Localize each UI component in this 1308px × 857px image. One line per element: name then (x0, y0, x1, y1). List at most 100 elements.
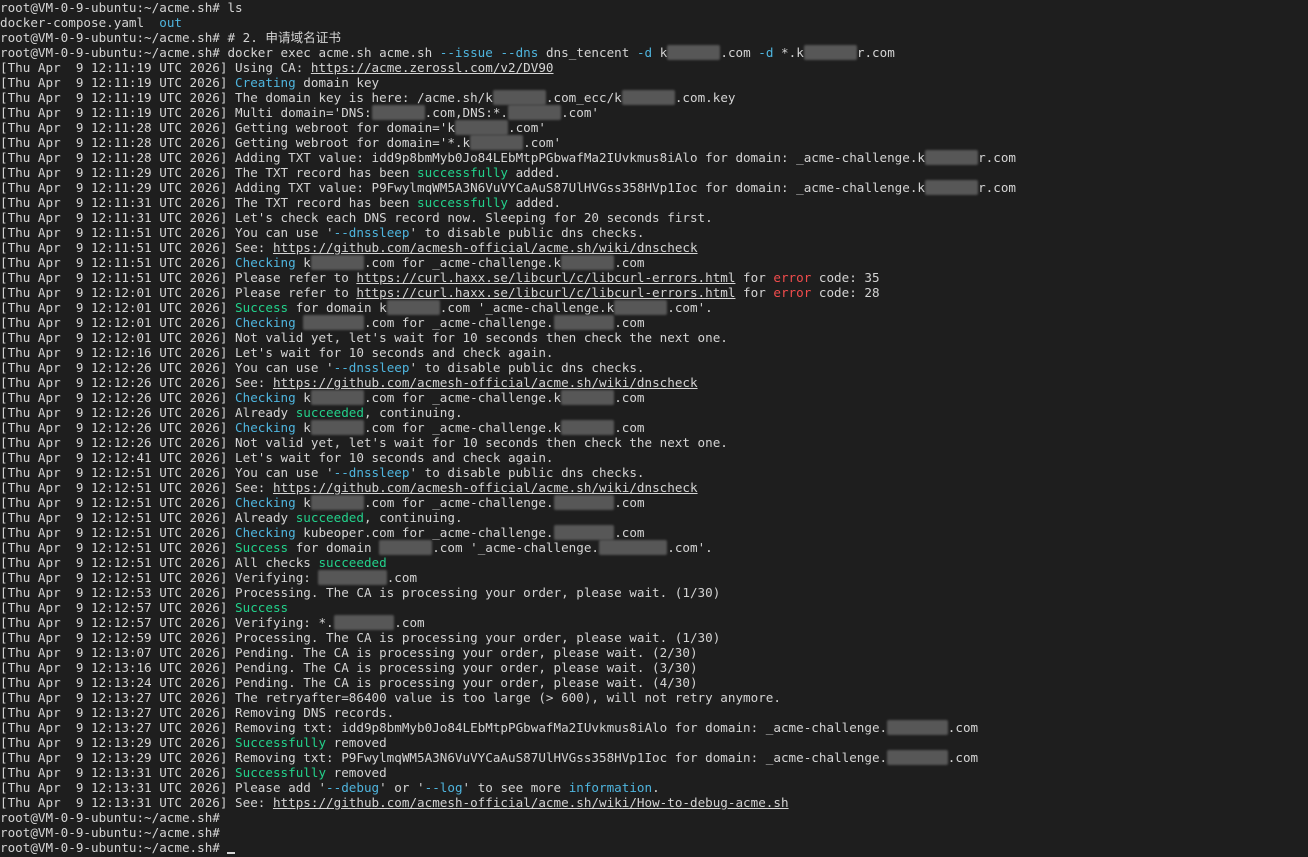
terminal-line: [Thu Apr 9 12:12:51 UTC 2026] You can us… (0, 465, 1308, 480)
terminal-link[interactable]: https://curl.haxx.se/libcurl/c/libcurl-e… (356, 285, 735, 300)
terminal-line: [Thu Apr 9 12:13:31 UTC 2026] Successful… (0, 765, 1308, 780)
terminal-text: .com (386, 570, 418, 585)
terminal-link[interactable]: https://github.com/acmesh-official/acme.… (273, 480, 698, 495)
terminal-line: [Thu Apr 9 12:12:26 UTC 2026] See: https… (0, 375, 1308, 390)
terminal-line: [Thu Apr 9 12:11:51 UTC 2026] Please ref… (0, 270, 1308, 285)
terminal-text: k (295, 390, 311, 405)
terminal-line: [Thu Apr 9 12:11:19 UTC 2026] Multi doma… (0, 105, 1308, 120)
terminal-text: root@VM-0-9-ubuntu:~/acme.sh# (0, 840, 228, 855)
terminal-text: [Thu Apr 9 12:13:07 UTC 2026] Pending. T… (0, 645, 698, 660)
terminal-text: .com for _acme-challenge.k (363, 420, 562, 435)
redacted-text: xxxxxxxx (887, 720, 948, 735)
terminal-line: [Thu Apr 9 12:12:26 UTC 2026] Checking k… (0, 390, 1308, 405)
terminal-line: [Thu Apr 9 12:12:53 UTC 2026] Processing… (0, 585, 1308, 600)
terminal-line: [Thu Apr 9 12:12:51 UTC 2026] Verifying:… (0, 570, 1308, 585)
terminal-text: [Thu Apr 9 12:13:27 UTC 2026] The retrya… (0, 690, 781, 705)
terminal-text: [Thu Apr 9 12:12:26 UTC 2026] (0, 420, 236, 435)
terminal-link[interactable]: https://github.com/acmesh-official/acme.… (273, 795, 789, 810)
terminal-line: [Thu Apr 9 12:11:19 UTC 2026] Using CA: … (0, 60, 1308, 75)
terminal-text: [Thu Apr 9 12:12:26 UTC 2026] See: (0, 375, 273, 390)
terminal-highlight-green: Successfully (235, 735, 327, 750)
terminal-text: root@VM-0-9-ubuntu:~/acme.sh# (0, 825, 220, 840)
redacted-text: xxxxxxx (492, 90, 546, 105)
terminal-line: [Thu Apr 9 12:11:51 UTC 2026] You can us… (0, 225, 1308, 240)
terminal-highlight-green: Success (235, 300, 289, 315)
terminal-text: k (295, 420, 311, 435)
terminal-line: [Thu Apr 9 12:12:51 UTC 2026] Already su… (0, 510, 1308, 525)
terminal-window[interactable]: root@VM-0-9-ubuntu:~/acme.sh# ls docker-c… (0, 0, 1308, 857)
terminal-text: .com for _acme-challenge. (363, 315, 554, 330)
terminal-text: root@VM-0-9-ubuntu:~/acme.sh# (0, 810, 220, 825)
terminal-text: [Thu Apr 9 12:13:31 UTC 2026] See: (0, 795, 273, 810)
terminal-highlight-blue: --debug (326, 780, 380, 795)
terminal-text: for domain (288, 540, 380, 555)
terminal-highlight-blue: Creating (235, 75, 296, 90)
terminal-text: added. (508, 165, 562, 180)
terminal-line: [Thu Apr 9 12:13:24 UTC 2026] Pending. T… (0, 675, 1308, 690)
terminal-highlight-blue: Checking (235, 255, 296, 270)
terminal-line: [Thu Apr 9 12:12:51 UTC 2026] All checks… (0, 555, 1308, 570)
terminal-text: [Thu Apr 9 12:11:19 UTC 2026] (0, 75, 236, 90)
terminal-text: , continuing. (363, 405, 463, 420)
terminal-text: [Thu Apr 9 12:13:29 UTC 2026] Removing t… (0, 750, 888, 765)
terminal-line: root@VM-0-9-ubuntu:~/acme.sh# (0, 810, 1308, 825)
terminal-text: [Thu Apr 9 12:12:41 UTC 2026] Let's wait… (0, 450, 554, 465)
terminal-text: .com' (561, 105, 600, 120)
terminal-line: [Thu Apr 9 12:11:51 UTC 2026] See: https… (0, 240, 1308, 255)
terminal-text: [Thu Apr 9 12:12:57 UTC 2026] Verifying:… (0, 615, 334, 630)
terminal-highlight-green: succeeded (318, 555, 387, 570)
terminal-line: [Thu Apr 9 12:13:27 UTC 2026] The retrya… (0, 690, 1308, 705)
terminal-text: [Thu Apr 9 12:12:51 UTC 2026] Already (0, 510, 296, 525)
terminal-highlight-green: successfully (417, 165, 509, 180)
terminal-text: code: 28 (811, 285, 880, 300)
terminal-text: [Thu Apr 9 12:12:01 UTC 2026] (0, 315, 236, 330)
redacted-text: xxxxxxx (925, 150, 979, 165)
terminal-highlight-green: succeeded (295, 510, 364, 525)
terminal-highlight-blue: --log (424, 780, 463, 795)
redacted-text: xxxxxxx (925, 180, 979, 195)
terminal-text: , continuing. (363, 510, 463, 525)
terminal-text: .com (614, 495, 645, 510)
terminal-highlight-green: Success (235, 600, 289, 615)
terminal-line: [Thu Apr 9 12:12:41 UTC 2026] Let's wait… (0, 450, 1308, 465)
terminal-highlight-blue: --dnssleep (333, 225, 410, 240)
redacted-text: xxxxxxx (310, 255, 364, 270)
terminal-text: [Thu Apr 9 12:11:19 UTC 2026] The domain… (0, 90, 493, 105)
terminal-line: [Thu Apr 9 12:12:26 UTC 2026] Already su… (0, 405, 1308, 420)
terminal-text: root@VM-0-9-ubuntu:~/acme.sh# docker exe… (0, 45, 440, 60)
terminal-link[interactable]: https://github.com/acmesh-official/acme.… (273, 375, 698, 390)
terminal-line: [Thu Apr 9 12:12:16 UTC 2026] Let's wait… (0, 345, 1308, 360)
terminal-text: [Thu Apr 9 12:13:31 UTC 2026] Please add… (0, 780, 327, 795)
redacted-text: xxxxxxxx (553, 525, 615, 540)
terminal-text: ' or ' (379, 780, 425, 795)
terminal-highlight-blue: Checking (235, 315, 296, 330)
terminal-text: r.com (856, 45, 895, 60)
terminal-text: kubeoper.com for _acme-challenge. (295, 525, 554, 540)
terminal-line: [Thu Apr 9 12:12:59 UTC 2026] Processing… (0, 630, 1308, 645)
terminal-highlight-blue: information (568, 780, 653, 795)
terminal-text: r.com (978, 150, 1017, 165)
terminal-text: k (295, 255, 311, 270)
terminal-text: .com (614, 390, 645, 405)
terminal-text: root@VM-0-9-ubuntu:~/acme.sh# ls (0, 0, 243, 15)
terminal-highlight-green: succeeded (295, 405, 364, 420)
terminal-text: [Thu Apr 9 12:13:16 UTC 2026] Pending. T… (0, 660, 698, 675)
terminal-line: [Thu Apr 9 12:13:07 UTC 2026] Pending. T… (0, 645, 1308, 660)
terminal-text: .com '_acme-challenge. (432, 540, 600, 555)
terminal-text: ' to see more (462, 780, 569, 795)
terminal-link[interactable]: https://github.com/acmesh-official/acme.… (273, 240, 698, 255)
terminal-link[interactable]: https://acme.zerossl.com/v2/DV90 (311, 60, 554, 75)
redacted-text: xxxxxxxx (333, 615, 395, 630)
terminal-text: .com (614, 420, 645, 435)
terminal-text: [Thu Apr 9 12:12:01 UTC 2026] Not valid … (0, 330, 728, 345)
redacted-text: xxxxxxx (561, 420, 615, 435)
terminal-link[interactable]: https://curl.haxx.se/libcurl/c/libcurl-e… (356, 270, 735, 285)
terminal-text: [Thu Apr 9 12:11:19 UTC 2026] Multi doma… (0, 105, 372, 120)
terminal-text: [Thu Apr 9 12:12:51 UTC 2026] (0, 540, 236, 555)
terminal-highlight-green: Success (235, 540, 289, 555)
terminal-line: [Thu Apr 9 12:12:51 UTC 2026] See: https… (0, 480, 1308, 495)
terminal-text: for (735, 270, 774, 285)
terminal-line: [Thu Apr 9 12:12:01 UTC 2026] Not valid … (0, 330, 1308, 345)
redacted-text: xxxxxxx (454, 120, 509, 135)
terminal-text: [Thu Apr 9 12:12:51 UTC 2026] (0, 525, 236, 540)
